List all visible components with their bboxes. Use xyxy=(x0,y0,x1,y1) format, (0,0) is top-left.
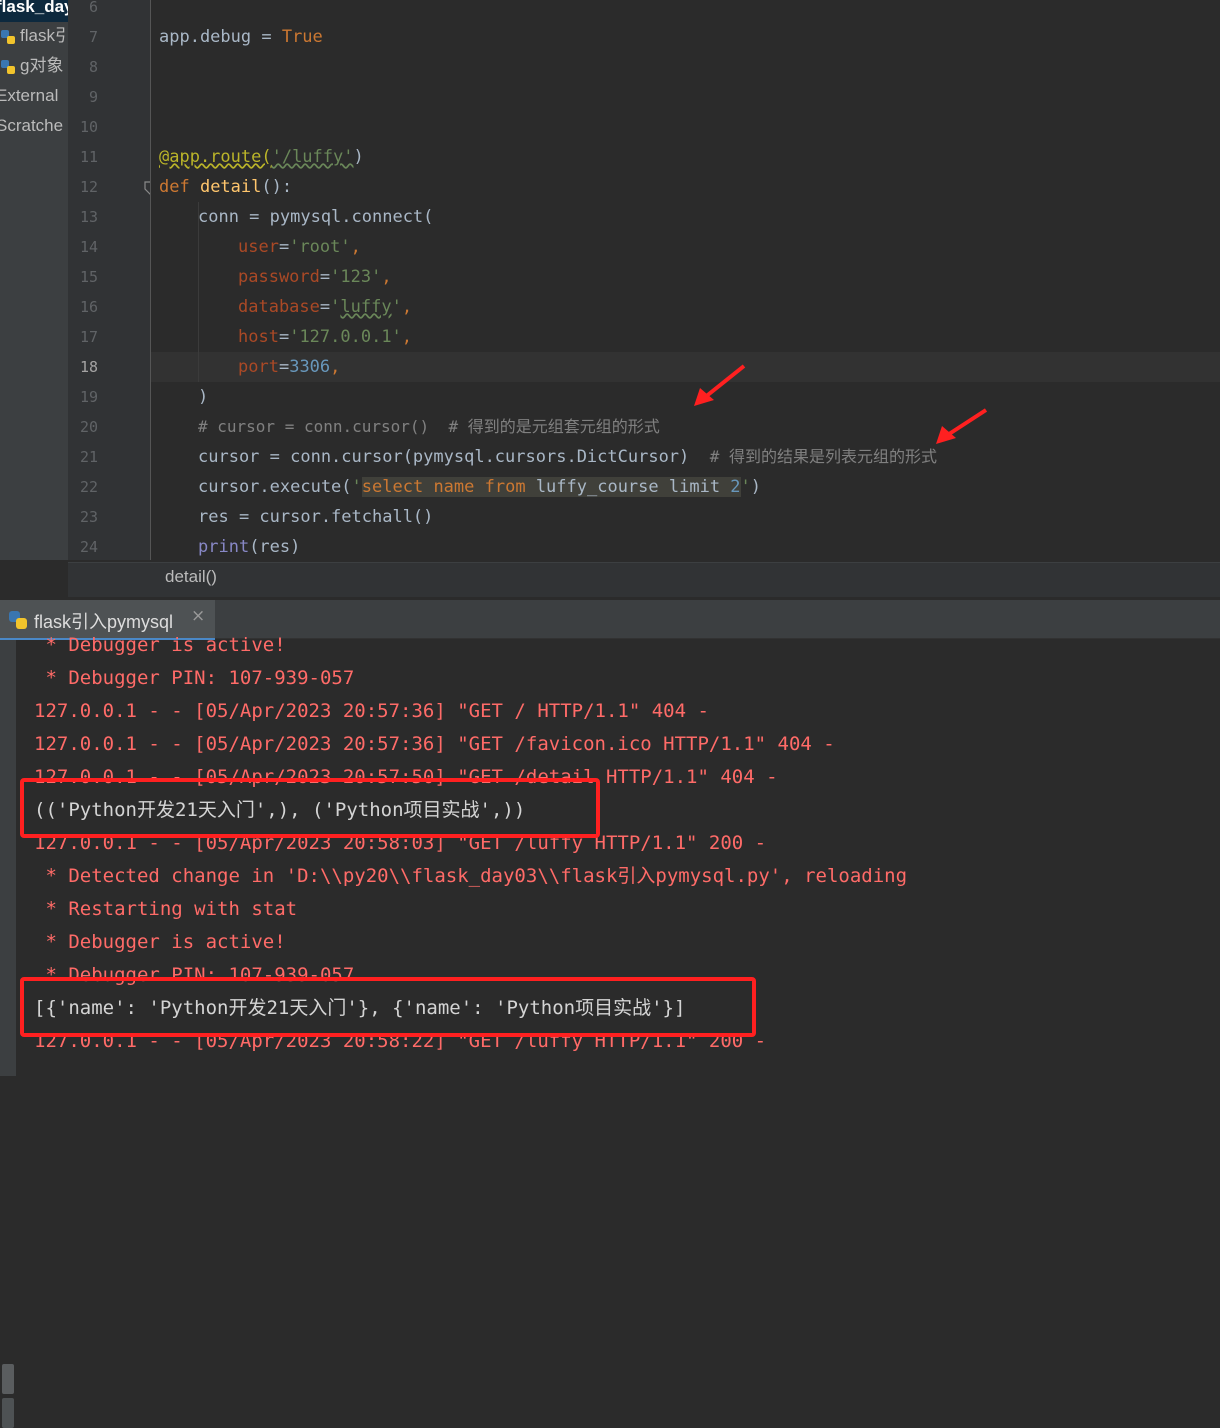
line-number: 17 xyxy=(79,328,98,346)
project-tree: flask_day flask引 g对象 External Scratche xyxy=(0,0,68,560)
code-line-11[interactable]: @app.route('/luffy') xyxy=(159,142,364,172)
line-number: 21 xyxy=(79,448,98,466)
close-icon[interactable]: × xyxy=(191,606,205,626)
code-line-7[interactable]: app.debug = True xyxy=(159,22,323,52)
line-number: 11 xyxy=(79,148,98,166)
annotation-box-tuple xyxy=(20,778,600,838)
tree-item-flask-file[interactable]: flask引 xyxy=(0,21,68,51)
tree-item-scratches[interactable]: Scratche xyxy=(0,111,63,141)
console-line: 127.0.0.1 - - [05/Apr/2023 20:57:36] "GE… xyxy=(34,733,835,755)
line-number: 23 xyxy=(79,508,98,526)
console-toolbar xyxy=(0,640,16,1428)
tree-item-external-libraries[interactable]: External xyxy=(0,81,58,111)
code-line-14[interactable]: user='root', xyxy=(238,232,361,262)
code-line-24[interactable]: print(res) xyxy=(198,532,300,562)
breadcrumb[interactable]: detail() xyxy=(165,567,217,587)
stop-icon[interactable] xyxy=(2,1398,14,1428)
breadcrumb-bar xyxy=(68,562,1220,597)
code-line-12[interactable]: def detail(): xyxy=(159,172,292,202)
line-number: 10 xyxy=(79,118,98,136)
line-number: 13 xyxy=(79,208,98,226)
annotation-arrow-icon xyxy=(936,408,988,444)
code-line-19[interactable]: ) xyxy=(198,382,208,412)
annotation-arrow-icon xyxy=(694,364,746,406)
code-line-16[interactable]: database='luffy', xyxy=(238,292,412,322)
code-line-23[interactable]: res = cursor.fetchall() xyxy=(198,502,433,532)
console-line: * Debugger is active! xyxy=(34,634,286,656)
code-line-15[interactable]: password='123', xyxy=(238,262,392,292)
code-line-17[interactable]: host='127.0.0.1', xyxy=(238,322,412,352)
console-line: 127.0.0.1 - - [05/Apr/2023 20:57:36] "GE… xyxy=(34,700,709,722)
console-line: * Restarting with stat xyxy=(34,898,298,920)
line-number: 9 xyxy=(88,88,98,106)
tree-item-label: flask_day xyxy=(0,0,68,16)
tree-item-label: flask引 xyxy=(20,26,68,45)
line-number-current: 18 xyxy=(79,358,98,376)
line-number: 20 xyxy=(79,418,98,436)
tree-item-label: g对象 xyxy=(20,56,64,75)
tree-item-label: External xyxy=(0,86,59,105)
line-number: 22 xyxy=(79,478,98,496)
tree-item-flask-day[interactable]: flask_day xyxy=(0,0,68,22)
line-number: 6 xyxy=(88,0,98,16)
code-line-20[interactable]: # cursor = conn.cursor() # 得到的是元组套元组的形式 xyxy=(198,412,660,442)
line-number: 7 xyxy=(88,28,98,46)
annotation-box-dict xyxy=(20,977,756,1037)
code-line-21[interactable]: cursor = conn.cursor(pymysql.cursors.Dic… xyxy=(198,442,937,472)
console-line: * Detected change in 'D:\\py20\\flask_da… xyxy=(34,865,908,887)
code-line-22[interactable]: cursor.execute('select name from luffy_c… xyxy=(198,472,761,502)
console-line: * Debugger PIN: 107-939-057 xyxy=(34,667,355,689)
python-run-icon xyxy=(9,611,27,629)
line-number: 8 xyxy=(88,58,98,76)
line-number: 14 xyxy=(79,238,98,256)
rerun-icon[interactable] xyxy=(2,1364,14,1394)
python-file-icon xyxy=(1,59,15,74)
python-file-icon xyxy=(1,29,15,44)
code-line-18[interactable]: port=3306, xyxy=(238,352,340,382)
line-number: 12 xyxy=(79,178,98,196)
line-number: 24 xyxy=(79,538,98,556)
line-number: 15 xyxy=(79,268,98,286)
console-line: * Debugger is active! xyxy=(34,931,286,953)
tree-item-label: Scratche xyxy=(0,116,64,135)
code-line-13[interactable]: conn = pymysql.connect( xyxy=(198,202,433,232)
line-number: 19 xyxy=(79,388,98,406)
line-number: 16 xyxy=(79,298,98,316)
tree-item-g-object[interactable]: g对象 xyxy=(0,51,63,81)
